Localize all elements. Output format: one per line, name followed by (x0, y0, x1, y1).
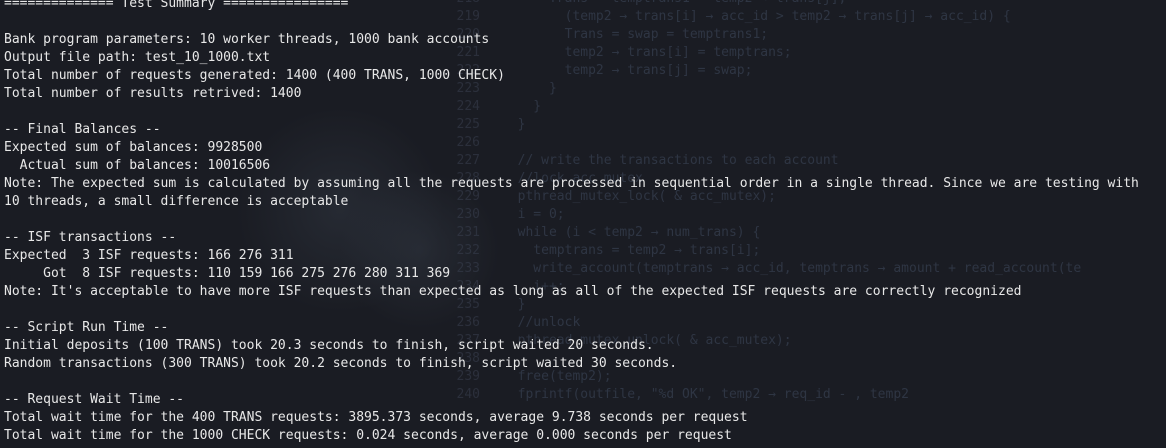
output-line: -- Request Wait Time -- (4, 392, 185, 407)
output-line: Initial deposits (100 TRANS) took 20.3 s… (4, 338, 654, 353)
output-line: 10 threads, a small difference is accept… (4, 194, 349, 209)
output-line: Got 8 ISF requests: 110 159 166 275 276 … (4, 266, 451, 281)
output-line: Total wait time for the 1000 CHECK reque… (4, 428, 732, 443)
output-line: Expected 3 ISF requests: 166 276 311 (4, 248, 294, 263)
output-line: Expected sum of balances: 9928500 (4, 140, 263, 155)
output-line: Total number of requests generated: 1400… (4, 68, 505, 83)
output-line: ============== Test Summary ============… (4, 0, 349, 11)
output-line: Actual sum of balances: 10016506 (4, 158, 271, 173)
output-line: Bank program parameters: 10 worker threa… (4, 32, 490, 47)
output-line: Output file path: test_10_1000.txt (4, 50, 271, 65)
output-line: Note: It's acceptable to have more ISF r… (4, 284, 1022, 299)
output-line: -- Script Run Time -- (4, 320, 169, 335)
output-line: -- ISF transactions -- (4, 230, 177, 245)
terminal-output[interactable]: ============== Test Summary ============… (4, 0, 1139, 445)
output-line: Random transactions (300 TRANS) took 20.… (4, 356, 678, 371)
output-line: Total number of results retrived: 1400 (4, 86, 302, 101)
output-line: Note: The expected sum is calculated by … (4, 176, 1139, 191)
output-line: Total wait time for the 400 TRANS reques… (4, 410, 748, 425)
output-line: -- Final Balances -- (4, 122, 161, 137)
terminal-window[interactable]: 218 Trans = temptrans1 = temp2 → trans[j… (0, 0, 1166, 448)
